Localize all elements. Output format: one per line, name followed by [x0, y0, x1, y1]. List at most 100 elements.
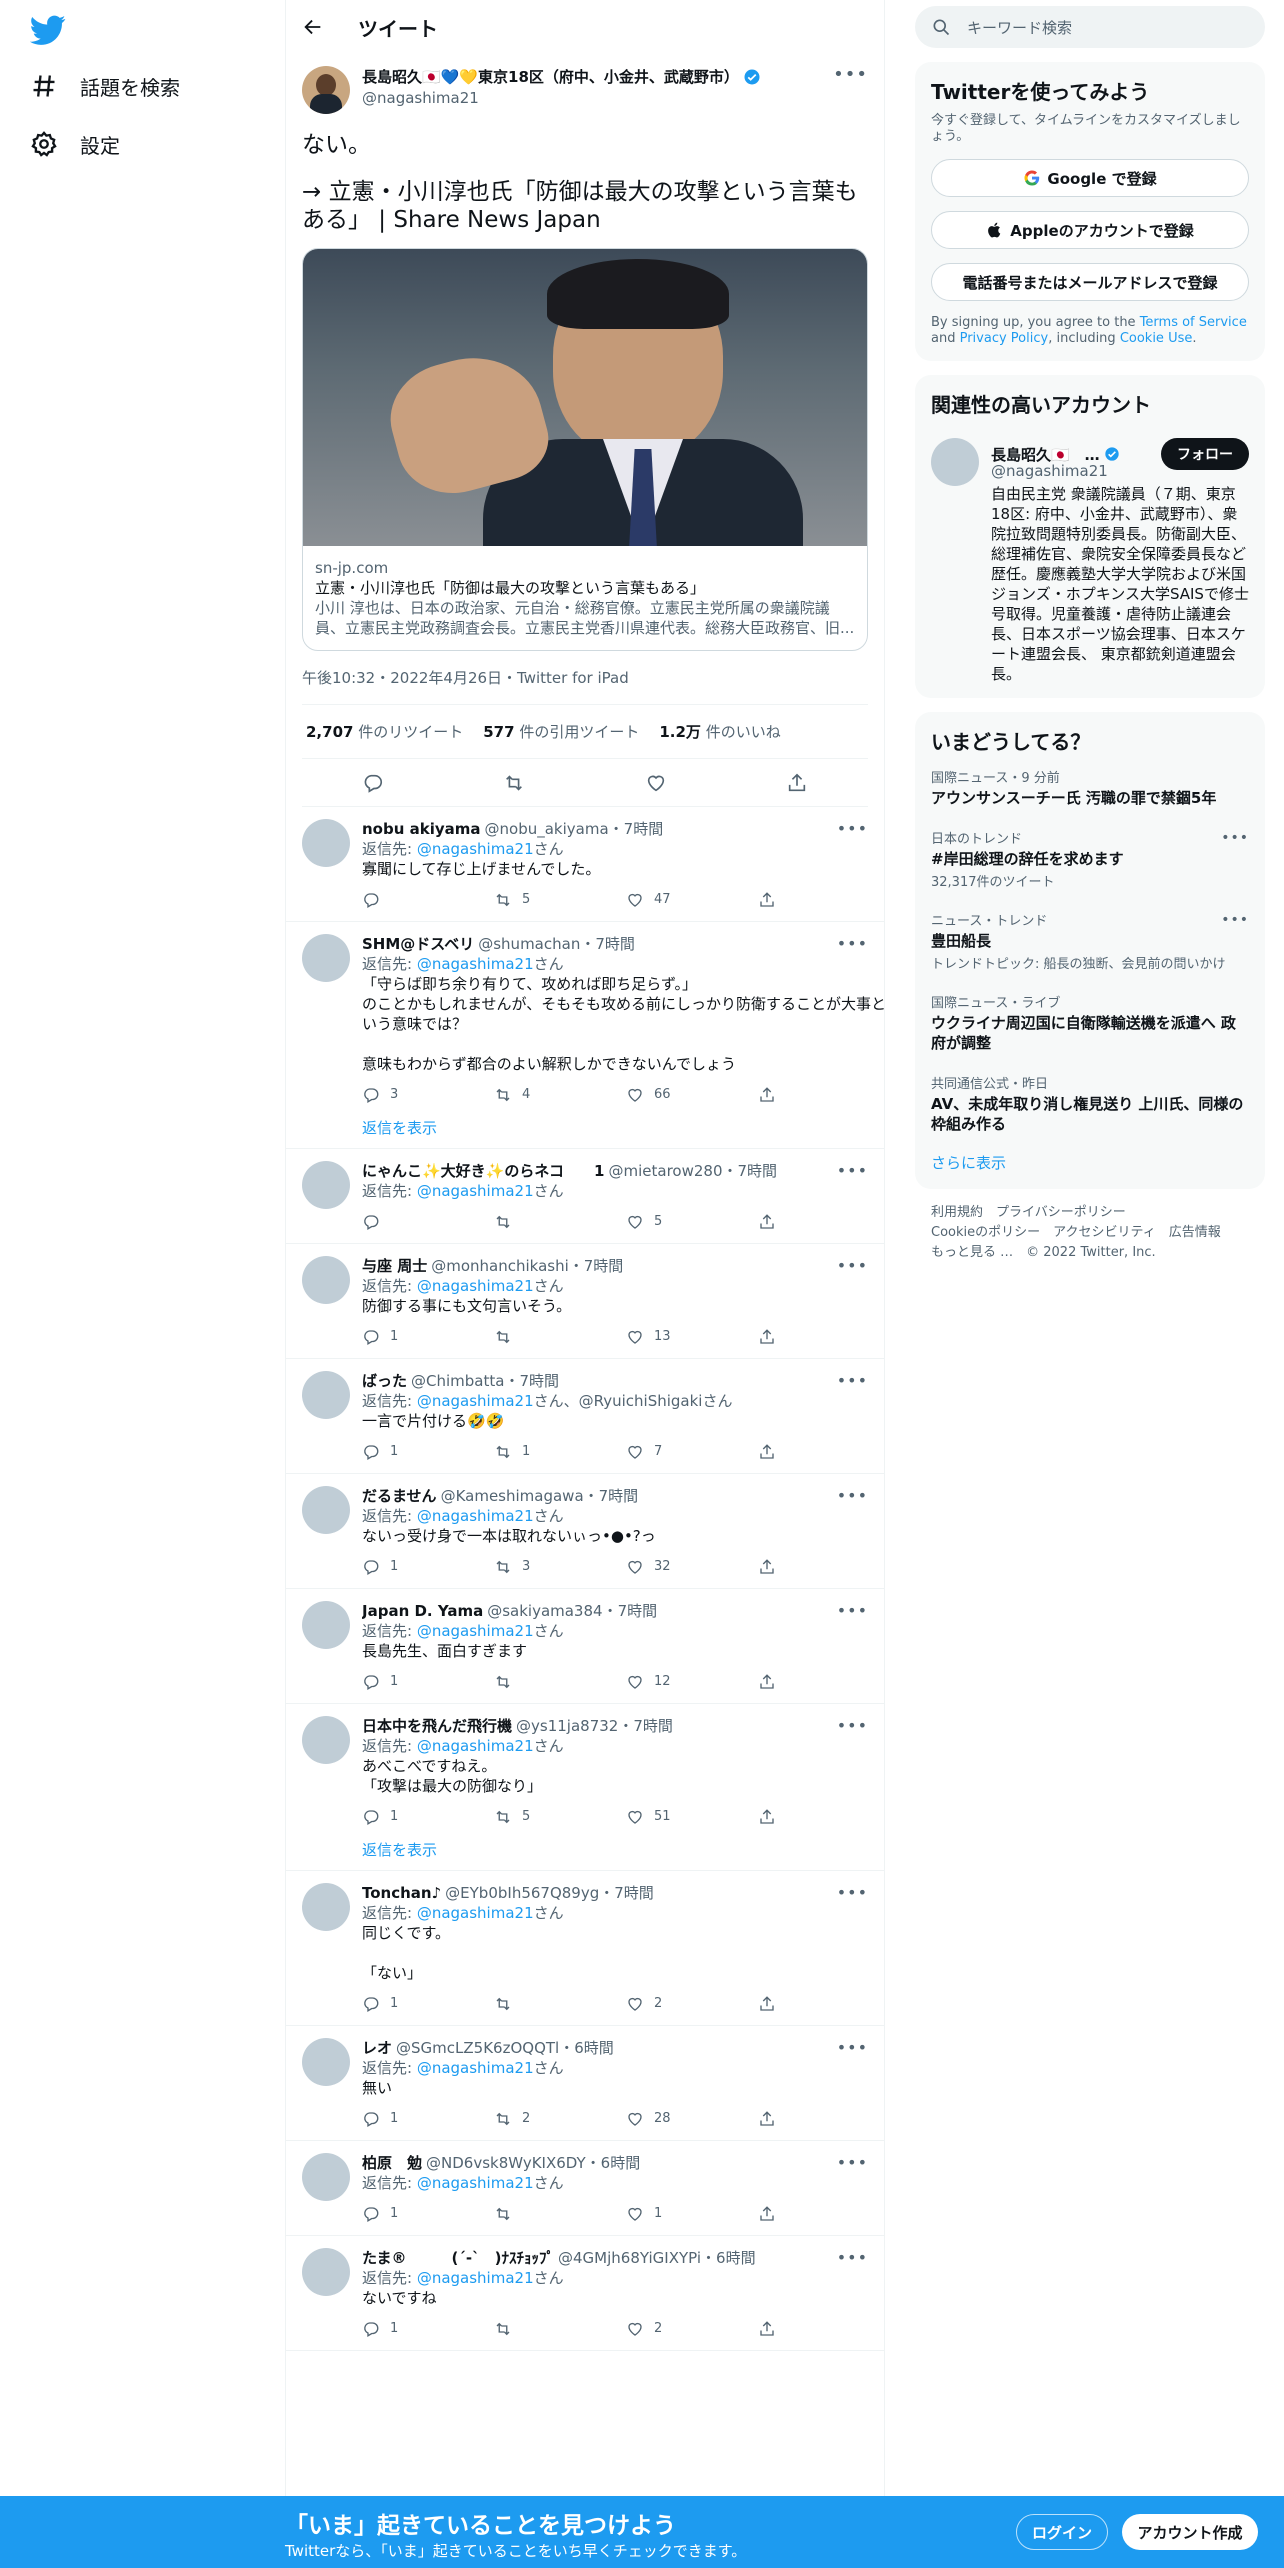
reply-item[interactable]: たま® (ˊ-ˋ )ﾅｽﾁｮｯﾌﾟ @4GMjh68YiGIXYPi ・6時間 返信先…	[286, 2236, 884, 2351]
retweet-button[interactable]	[494, 1213, 626, 1231]
reply-avatar[interactable]	[302, 1601, 350, 1649]
reply-avatar[interactable]	[302, 2153, 350, 2201]
reply-item[interactable]: 与座 周士 @monhanchikashi ・7時間 返信先: @nagashima2…	[286, 1244, 884, 1359]
cookie-link[interactable]: Cookie Use	[1120, 331, 1193, 346]
retweet-button[interactable]	[494, 1328, 626, 1346]
reply-time[interactable]: ・7時間	[580, 934, 635, 954]
twitter-logo-icon[interactable]	[30, 12, 66, 48]
footer-line-2[interactable]: Cookieのポリシー アクセシビリティ 広告情報	[931, 1223, 1249, 1243]
reply-author-name[interactable]: 与座 周士	[362, 1256, 427, 1276]
reply-to-handle[interactable]: @nagashima21	[417, 1182, 534, 1200]
reply-avatar[interactable]	[302, 1161, 350, 1209]
retweet-button[interactable]	[494, 1995, 626, 2013]
like-button[interactable]: 7	[626, 1442, 758, 1462]
reply-avatar[interactable]	[302, 1883, 350, 1931]
reply-item[interactable]: Japan D. Yama @sakiyama384 ・7時間 返信先: @nagas…	[286, 1589, 884, 1704]
reply-to-handle[interactable]: @nagashima21	[417, 955, 534, 973]
reply-button[interactable]: 1	[362, 1807, 494, 1827]
back-arrow-icon[interactable]	[302, 16, 324, 38]
tweet-link-text[interactable]: → 立憲・小川淳也氏「防御は最大の攻撃という言葉もある」 | Share New…	[302, 178, 868, 234]
search-input[interactable]: キーワード検索	[967, 17, 1072, 38]
reply-avatar[interactable]	[302, 1486, 350, 1534]
like-button[interactable]: 28	[626, 2109, 758, 2129]
reply-button[interactable]: 3	[362, 1085, 494, 1105]
more-options-icon[interactable]: •••	[837, 1601, 868, 1620]
reply-author-handle[interactable]: @ys11ja8732	[516, 1716, 618, 1736]
share-button[interactable]	[758, 1808, 884, 1826]
tweet-timestamp[interactable]: 午後10:32・2022年4月26日・Twitter for iPad	[302, 651, 868, 705]
link-card[interactable]: sn-jp.com 立憲・小川淳也氏「防御は最大の攻撃という言葉もある」 小川 …	[302, 248, 868, 651]
share-button[interactable]	[758, 1443, 884, 1461]
more-options-icon[interactable]: •••	[837, 1486, 868, 1505]
like-button[interactable]: 2	[626, 1994, 758, 2014]
share-button[interactable]	[758, 1213, 884, 1231]
more-options-icon[interactable]: •••	[837, 1371, 868, 1390]
reply-button[interactable]: 1	[362, 1442, 494, 1462]
reply-time[interactable]: ・6時間	[586, 2153, 641, 2173]
reply-time[interactable]: ・6時間	[701, 2248, 756, 2268]
like-button[interactable]: 32	[626, 1557, 758, 1577]
reply-to-handle[interactable]: @nagashima21	[417, 1904, 534, 1922]
reply-author-handle[interactable]: @4GMjh68YiGIXYPi	[558, 2248, 701, 2268]
reply-button[interactable]: 1	[362, 2109, 494, 2129]
reply-author-handle[interactable]: @Chimbatta	[411, 1371, 504, 1391]
like-button[interactable]: 51	[626, 1807, 758, 1827]
reply-to-handle[interactable]: @nagashima21	[417, 840, 534, 858]
reply-author-handle[interactable]: @EYb0bIh567Q89yg	[445, 1883, 599, 1903]
reply-button[interactable]: 1	[362, 1994, 494, 2014]
reply-to-handle[interactable]: @nagashima21	[417, 2174, 534, 2192]
retweet-button[interactable]: 2	[494, 2109, 626, 2129]
reply-author-name[interactable]: 柏原 勉	[362, 2153, 422, 2173]
more-options-icon[interactable]: •••	[837, 2153, 868, 2172]
share-button[interactable]	[758, 1673, 884, 1691]
share-button[interactable]	[758, 1328, 884, 1346]
reply-author-handle[interactable]: @shumachan	[478, 934, 580, 954]
reply-button[interactable]: 1	[362, 1672, 494, 1692]
reply-to-handle[interactable]: @nagashima21	[417, 1392, 534, 1410]
reply-avatar[interactable]	[302, 934, 350, 982]
share-button[interactable]	[758, 2110, 884, 2128]
reply-avatar[interactable]	[302, 2038, 350, 2086]
retweet-stat[interactable]: 2,707 件のリツイート	[306, 721, 463, 742]
reply-author-name[interactable]: Tonchan♪	[362, 1883, 441, 1903]
retweet-button[interactable]: 4	[494, 1085, 626, 1105]
reply-author-handle[interactable]: @sakiyama384	[487, 1601, 602, 1621]
reply-author-name[interactable]: nobu akiyama	[362, 819, 481, 839]
retweet-button[interactable]: 3	[494, 1557, 626, 1577]
trend-item[interactable]: 国際ニュース・9 分前 アウンサンスーチー氏 汚職の罪で禁錮5年	[931, 755, 1249, 816]
like-button[interactable]: 47	[626, 890, 758, 910]
like-button[interactable]: 2	[626, 2319, 758, 2339]
related-avatar[interactable]	[931, 438, 979, 486]
reply-button[interactable]: 1	[362, 2204, 494, 2224]
retweet-icon[interactable]	[503, 772, 525, 794]
share-icon[interactable]	[786, 772, 808, 794]
reply-to-handle[interactable]: @nagashima21	[417, 2269, 534, 2287]
like-button[interactable]: 13	[626, 1327, 758, 1347]
nav-settings[interactable]: 設定	[30, 124, 120, 164]
follow-button[interactable]: フォロー	[1161, 438, 1249, 470]
reply-author-name[interactable]: ばった	[362, 1371, 407, 1391]
more-options-icon[interactable]: •••	[833, 66, 868, 84]
reply-to-handle[interactable]: @nagashima21	[417, 1507, 534, 1525]
more-options-icon[interactable]: •••	[837, 1716, 868, 1735]
like-button[interactable]: 5	[626, 1212, 758, 1232]
quote-stat[interactable]: 577 件の引用ツイート	[483, 721, 639, 742]
reply-author-name[interactable]: レオ	[362, 2038, 392, 2058]
trend-item[interactable]: 日本のトレンド #岸田総理の辞任を求めます 32,317件のツイート •••	[931, 816, 1249, 898]
nav-explore[interactable]: 話題を検索	[30, 66, 180, 106]
retweet-button[interactable]: 5	[494, 1807, 626, 1827]
reply-button[interactable]	[362, 891, 494, 909]
more-options-icon[interactable]: •••	[837, 2248, 868, 2267]
more-options-icon[interactable]: •••	[837, 934, 868, 953]
related-user[interactable]: 長島昭久🇯🇵 … フォロー @nagashima21 自由民主党 衆議院議員（７…	[931, 438, 1249, 684]
retweet-button[interactable]: 1	[494, 1442, 626, 1462]
reply-author-name[interactable]: 日本中を飛んだ飛行機	[362, 1716, 512, 1736]
footer-line-3[interactable]: もっと見る … © 2022 Twitter, Inc.	[931, 1243, 1249, 1263]
like-stat[interactable]: 1.2万 件のいいね	[659, 721, 780, 742]
reply-to-handle[interactable]: @nagashima21	[417, 1277, 534, 1295]
reply-author-handle[interactable]: @ND6vsk8WyKIX6DY	[426, 2153, 586, 2173]
more-options-icon[interactable]: •••	[1221, 912, 1249, 928]
reply-author-name[interactable]: だるません	[362, 1486, 437, 1506]
reply-item[interactable]: SHM@ドスベリ @shumachan ・7時間 返信先: @nagashima21さ…	[286, 922, 884, 1149]
retweet-button[interactable]	[494, 1673, 626, 1691]
